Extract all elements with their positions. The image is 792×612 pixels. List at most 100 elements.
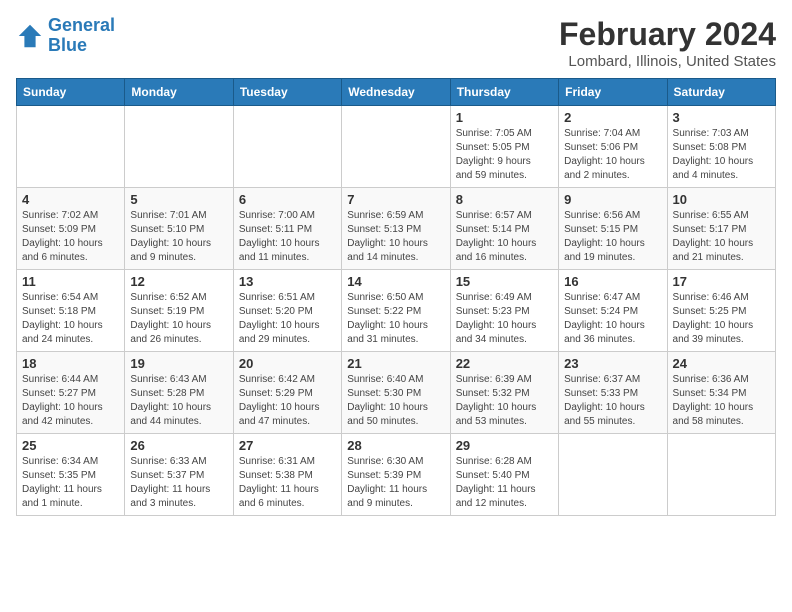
- day-info: Sunrise: 6:34 AMSunset: 5:35 PMDaylight:…: [22, 455, 119, 511]
- day-number: 14: [347, 274, 444, 289]
- calendar-cell: 3Sunrise: 7:03 AMSunset: 5:08 PMDaylight…: [667, 106, 775, 188]
- calendar-week-3: 18 Sunrise: 6:44 AMSunset: 5:27 PMDayligh…: [17, 352, 776, 434]
- calendar-cell: 21 Sunrise: 6:40 AMSunset: 5:30 PMDayligh…: [342, 352, 450, 434]
- calendar-table: SundayMondayTuesdayWednesdayThursdayFrid…: [16, 78, 776, 516]
- calendar-cell: 18 Sunrise: 6:44 AMSunset: 5:27 PMDayligh…: [17, 352, 125, 434]
- day-info: Sunrise: 6:36 AMSunset: 5:34 PMDaylight:…: [673, 373, 770, 429]
- day-info: Sunrise: 6:59 AMSunset: 5:13 PMDaylight:…: [347, 209, 444, 265]
- weekday-header-tuesday: Tuesday: [233, 79, 341, 106]
- day-number: 26: [130, 438, 227, 453]
- calendar-cell: [17, 106, 125, 188]
- weekday-header-sunday: Sunday: [17, 79, 125, 106]
- day-info: Sunrise: 6:39 AMSunset: 5:32 PMDaylight:…: [456, 373, 553, 429]
- day-info: Sunrise: 6:31 AMSunset: 5:38 PMDaylight:…: [239, 455, 336, 511]
- calendar-cell: 22 Sunrise: 6:39 AMSunset: 5:32 PMDayligh…: [450, 352, 558, 434]
- logo-text: General Blue: [48, 16, 115, 56]
- day-info: Sunrise: 6:51 AMSunset: 5:20 PMDaylight:…: [239, 291, 336, 347]
- calendar-cell: 8 Sunrise: 6:57 AMSunset: 5:14 PMDaylight…: [450, 188, 558, 270]
- day-number: 15: [456, 274, 553, 289]
- day-info: Sunrise: 6:54 AMSunset: 5:18 PMDaylight:…: [22, 291, 119, 347]
- calendar-cell: 24Sunrise: 6:36 AMSunset: 5:34 PMDayligh…: [667, 352, 775, 434]
- day-info: Sunrise: 6:40 AMSunset: 5:30 PMDaylight:…: [347, 373, 444, 429]
- day-info: Sunrise: 7:01 AMSunset: 5:10 PMDaylight:…: [130, 209, 227, 265]
- day-number: 1: [456, 110, 553, 125]
- day-info: Sunrise: 6:49 AMSunset: 5:23 PMDaylight:…: [456, 291, 553, 347]
- calendar-cell: 7 Sunrise: 6:59 AMSunset: 5:13 PMDaylight…: [342, 188, 450, 270]
- calendar-week-1: 4 Sunrise: 7:02 AMSunset: 5:09 PMDaylight…: [17, 188, 776, 270]
- day-number: 18: [22, 356, 119, 371]
- calendar-cell: 17 Sunrise: 6:46 AMSunset: 5:25 PMDayligh…: [667, 270, 775, 352]
- day-number: 29: [456, 438, 553, 453]
- calendar-cell: 25 Sunrise: 6:34 AMSunset: 5:35 PMDayligh…: [17, 434, 125, 516]
- weekday-header-thursday: Thursday: [450, 79, 558, 106]
- day-number: 8: [456, 192, 553, 207]
- calendar-cell: 26Sunrise: 6:33 AMSunset: 5:37 PMDayligh…: [125, 434, 233, 516]
- day-number: 17: [673, 274, 770, 289]
- day-info: Sunrise: 7:02 AMSunset: 5:09 PMDaylight:…: [22, 209, 119, 265]
- day-info: Sunrise: 7:05 AMSunset: 5:05 PMDaylight:…: [456, 127, 553, 183]
- day-info: Sunrise: 6:46 AMSunset: 5:25 PMDaylight:…: [673, 291, 770, 347]
- day-info: Sunrise: 6:52 AMSunset: 5:19 PMDaylight:…: [130, 291, 227, 347]
- header-row: SundayMondayTuesdayWednesdayThursdayFrid…: [17, 79, 776, 106]
- subtitle: Lombard, Illinois, United States: [559, 53, 776, 70]
- title-area: February 2024 Lombard, Illinois, United …: [559, 16, 776, 70]
- weekday-header-wednesday: Wednesday: [342, 79, 450, 106]
- calendar-cell: 9 Sunrise: 6:56 AMSunset: 5:15 PMDaylight…: [559, 188, 667, 270]
- day-info: Sunrise: 6:57 AMSunset: 5:14 PMDaylight:…: [456, 209, 553, 265]
- calendar-cell: [342, 106, 450, 188]
- calendar-cell: 11 Sunrise: 6:54 AMSunset: 5:18 PMDayligh…: [17, 270, 125, 352]
- calendar-cell: 15 Sunrise: 6:49 AMSunset: 5:23 PMDayligh…: [450, 270, 558, 352]
- day-number: 3: [673, 110, 770, 125]
- day-number: 9: [564, 192, 661, 207]
- day-info: Sunrise: 7:04 AMSunset: 5:06 PMDaylight:…: [564, 127, 661, 183]
- day-number: 19: [130, 356, 227, 371]
- day-number: 20: [239, 356, 336, 371]
- day-number: 10: [673, 192, 770, 207]
- day-info: Sunrise: 6:44 AMSunset: 5:27 PMDaylight:…: [22, 373, 119, 429]
- calendar-week-4: 25 Sunrise: 6:34 AMSunset: 5:35 PMDayligh…: [17, 434, 776, 516]
- day-number: 23: [564, 356, 661, 371]
- weekday-header-saturday: Saturday: [667, 79, 775, 106]
- day-info: Sunrise: 6:43 AMSunset: 5:28 PMDaylight:…: [130, 373, 227, 429]
- day-number: 16: [564, 274, 661, 289]
- day-info: Sunrise: 6:37 AMSunset: 5:33 PMDaylight:…: [564, 373, 661, 429]
- logo: General Blue: [16, 16, 115, 56]
- header: General Blue February 2024 Lombard, Illi…: [16, 16, 776, 70]
- calendar-cell: 27 Sunrise: 6:31 AMSunset: 5:38 PMDayligh…: [233, 434, 341, 516]
- day-number: 12: [130, 274, 227, 289]
- day-number: 25: [22, 438, 119, 453]
- day-info: Sunrise: 6:28 AMSunset: 5:40 PMDaylight:…: [456, 455, 553, 511]
- calendar-cell: 14 Sunrise: 6:50 AMSunset: 5:22 PMDayligh…: [342, 270, 450, 352]
- logo-line1: General: [48, 15, 115, 35]
- day-number: 27: [239, 438, 336, 453]
- day-number: 6: [239, 192, 336, 207]
- day-info: Sunrise: 6:42 AMSunset: 5:29 PMDaylight:…: [239, 373, 336, 429]
- main-title: February 2024: [559, 16, 776, 53]
- day-info: Sunrise: 6:47 AMSunset: 5:24 PMDaylight:…: [564, 291, 661, 347]
- day-number: 21: [347, 356, 444, 371]
- day-number: 7: [347, 192, 444, 207]
- calendar-cell: 10Sunrise: 6:55 AMSunset: 5:17 PMDayligh…: [667, 188, 775, 270]
- calendar-cell: 4 Sunrise: 7:02 AMSunset: 5:09 PMDaylight…: [17, 188, 125, 270]
- logo-line2: Blue: [48, 35, 87, 55]
- calendar-week-0: 1 Sunrise: 7:05 AMSunset: 5:05 PMDaylight…: [17, 106, 776, 188]
- calendar-cell: 28Sunrise: 6:30 AMSunset: 5:39 PMDayligh…: [342, 434, 450, 516]
- calendar-cell: [125, 106, 233, 188]
- calendar-cell: 19 Sunrise: 6:43 AMSunset: 5:28 PMDayligh…: [125, 352, 233, 434]
- calendar-cell: [233, 106, 341, 188]
- day-info: Sunrise: 6:56 AMSunset: 5:15 PMDaylight:…: [564, 209, 661, 265]
- day-number: 2: [564, 110, 661, 125]
- calendar-body: 1 Sunrise: 7:05 AMSunset: 5:05 PMDaylight…: [17, 106, 776, 516]
- calendar-cell: 20 Sunrise: 6:42 AMSunset: 5:29 PMDayligh…: [233, 352, 341, 434]
- day-number: 4: [22, 192, 119, 207]
- calendar-cell: 6Sunrise: 7:00 AMSunset: 5:11 PMDaylight…: [233, 188, 341, 270]
- weekday-header-friday: Friday: [559, 79, 667, 106]
- calendar-cell: 13Sunrise: 6:51 AMSunset: 5:20 PMDayligh…: [233, 270, 341, 352]
- day-number: 11: [22, 274, 119, 289]
- day-number: 28: [347, 438, 444, 453]
- day-number: 22: [456, 356, 553, 371]
- day-info: Sunrise: 6:50 AMSunset: 5:22 PMDaylight:…: [347, 291, 444, 347]
- calendar-cell: 29 Sunrise: 6:28 AMSunset: 5:40 PMDayligh…: [450, 434, 558, 516]
- calendar-cell: 5Sunrise: 7:01 AMSunset: 5:10 PMDaylight…: [125, 188, 233, 270]
- calendar-header: SundayMondayTuesdayWednesdayThursdayFrid…: [17, 79, 776, 106]
